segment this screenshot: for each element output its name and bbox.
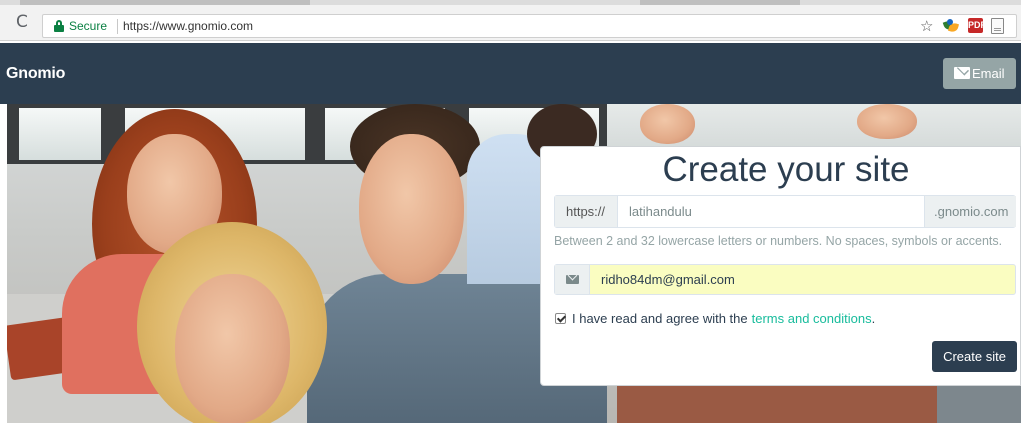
url-suffix-addon: .gnomio.com xyxy=(924,196,1016,227)
url-prefix-addon: https:// xyxy=(555,196,618,227)
extension-pdf-icon[interactable]: PDF xyxy=(968,18,986,33)
security-indicator[interactable]: Secure xyxy=(69,19,107,33)
url-text[interactable]: https://www.gnomio.com xyxy=(123,19,253,33)
email-button[interactable]: Email xyxy=(943,58,1016,89)
hero-person-face xyxy=(359,134,464,284)
hero-window xyxy=(19,108,101,160)
terms-text: I have read and agree with the xyxy=(572,311,748,326)
extension-leaf-icon[interactable] xyxy=(942,18,960,34)
email-button-label: Email xyxy=(972,66,1005,81)
reload-icon[interactable]: C xyxy=(16,14,28,31)
hero-person-face xyxy=(175,274,290,423)
subdomain-input[interactable] xyxy=(618,196,924,227)
hero-person-face xyxy=(640,104,695,144)
extension-document-icon[interactable] xyxy=(991,18,1004,34)
hero-background-detail xyxy=(937,384,1021,423)
site-url-group: https:// .gnomio.com xyxy=(554,195,1016,228)
create-site-button[interactable]: Create site xyxy=(932,341,1017,372)
terms-checkbox[interactable] xyxy=(555,313,566,324)
tab-edge[interactable] xyxy=(20,0,310,5)
address-bar[interactable]: Secure https://www.gnomio.com ☆ PDF xyxy=(42,14,1017,38)
email-field[interactable] xyxy=(590,265,1015,294)
hero-person-shirt xyxy=(617,384,937,423)
star-icon[interactable]: ☆ xyxy=(920,17,933,35)
terms-link[interactable]: terms and conditions xyxy=(752,311,872,326)
email-field-group xyxy=(554,264,1016,295)
hero-person-face xyxy=(857,104,917,139)
tab-strip xyxy=(0,0,1021,5)
email-addon xyxy=(555,265,590,294)
terms-suffix: . xyxy=(871,311,876,326)
divider xyxy=(117,19,118,34)
envelope-icon xyxy=(954,67,970,79)
envelope-icon xyxy=(566,275,579,284)
site-navbar: Gnomio Email xyxy=(0,43,1021,104)
brand-logo[interactable]: Gnomio xyxy=(6,65,65,83)
create-site-card: Create your site https:// .gnomio.com Be… xyxy=(540,146,1021,386)
card-title: Create your site xyxy=(662,150,910,189)
terms-row: I have read and agree with the terms and… xyxy=(555,311,875,326)
browser-toolbar: C Secure https://www.gnomio.com ☆ PDF xyxy=(0,0,1021,41)
tab-edge[interactable] xyxy=(640,0,800,5)
subdomain-help-text: Between 2 and 32 lowercase letters or nu… xyxy=(554,234,1003,248)
lock-icon xyxy=(54,20,64,32)
